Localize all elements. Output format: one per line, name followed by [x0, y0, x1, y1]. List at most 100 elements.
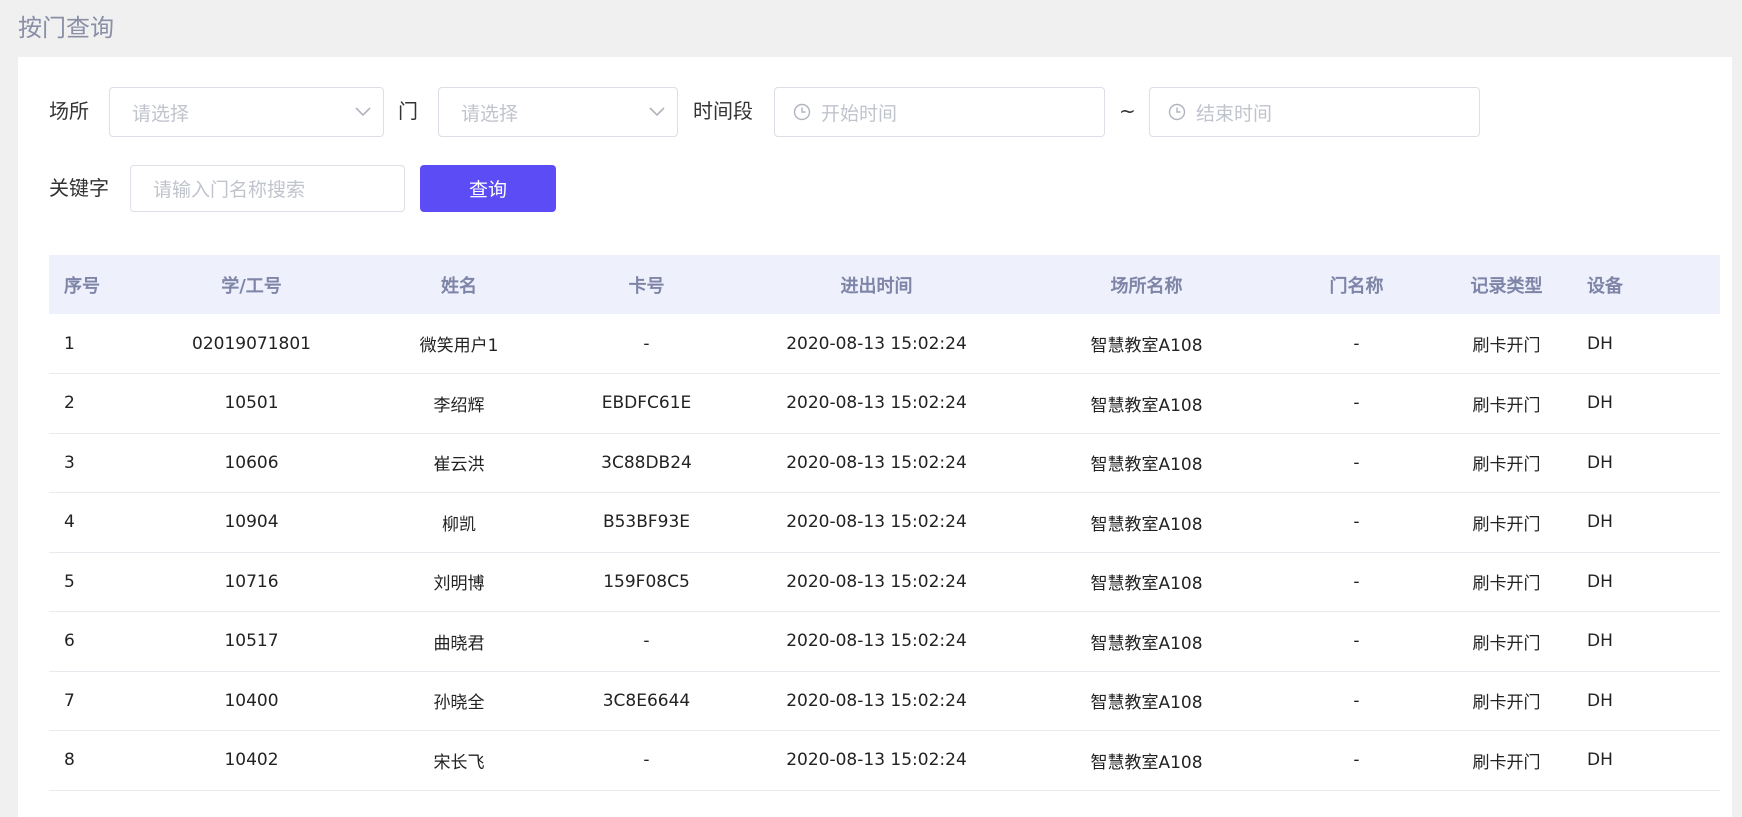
cell-time: 2020-08-13 15:02:24 — [786, 333, 967, 354]
start-time-input[interactable]: 开始时间 — [774, 87, 1105, 137]
keyword-input-placeholder: 请输入门名称搜索 — [153, 179, 306, 201]
column-header-device: 设备 — [1587, 275, 1623, 297]
table-row[interactable]: 5 10716 刘明博 159F08C5 2020-08-13 15:02:24… — [49, 552, 1720, 612]
column-header-door: 门名称 — [1329, 275, 1384, 297]
cell-id: 10400 — [224, 690, 279, 711]
door-select-placeholder: 请选择 — [461, 102, 519, 125]
cell-id: 10517 — [224, 631, 279, 652]
column-header-card: 卡号 — [628, 275, 665, 297]
table-header-row: 序号 学/工号 姓名 卡号 进出时间 场所名称 门名称 记录类型 设备 — [49, 255, 1720, 314]
table-row[interactable]: 7 10400 孙晓全 3C8E6644 2020-08-13 15:02:24… — [49, 671, 1720, 731]
end-time-placeholder: 结束时间 — [1196, 102, 1273, 125]
cell-device: DH — [1587, 452, 1613, 473]
cell-record-type: 刷卡开门 — [1472, 752, 1541, 773]
table-row[interactable]: 4 10904 柳凯 B53BF93E 2020-08-13 15:02:24 … — [49, 493, 1720, 552]
cell-door: - — [1353, 393, 1360, 414]
cell-venue: 智慧教室A108 — [1090, 752, 1203, 773]
cell-card: EBDFC61E — [601, 393, 692, 414]
cell-time: 2020-08-13 15:02:24 — [786, 571, 967, 592]
cell-card: - — [643, 750, 650, 771]
keyword-input[interactable]: 请输入门名称搜索 — [130, 165, 405, 212]
cell-name: 孙晓全 — [433, 693, 485, 714]
door-select[interactable]: 请选择 — [438, 87, 678, 137]
period-label: 时间段 — [693, 99, 753, 123]
cell-name: 曲晓君 — [433, 633, 485, 654]
cell-door: - — [1353, 750, 1360, 771]
cell-record-type: 刷卡开门 — [1472, 574, 1541, 595]
start-time-placeholder: 开始时间 — [821, 102, 898, 125]
cell-record-type: 刷卡开门 — [1472, 395, 1541, 416]
cell-device: DH — [1587, 631, 1613, 652]
cell-time: 2020-08-13 15:02:24 — [786, 452, 967, 473]
cell-index: 6 — [64, 631, 75, 652]
venue-select-placeholder: 请选择 — [132, 102, 190, 125]
table-row[interactable]: 6 10517 曲晓君 - 2020-08-13 15:02:24 智慧教室A1… — [49, 612, 1720, 671]
cell-record-type: 刷卡开门 — [1472, 633, 1541, 654]
cell-time: 2020-08-13 15:02:24 — [786, 750, 967, 771]
cell-name: 刘明博 — [433, 574, 485, 595]
cell-venue: 智慧教室A108 — [1090, 514, 1203, 535]
door-label: 门 — [398, 99, 418, 123]
column-header-id: 学/工号 — [221, 275, 282, 297]
cell-device: DH — [1587, 393, 1613, 414]
cell-time: 2020-08-13 15:02:24 — [786, 512, 967, 533]
cell-index: 3 — [64, 452, 75, 473]
cell-index: 7 — [64, 690, 75, 711]
cell-index: 4 — [64, 512, 75, 533]
cell-record-type: 刷卡开门 — [1472, 455, 1541, 476]
keyword-label: 关键字 — [49, 176, 109, 200]
cell-id: 10606 — [224, 452, 279, 473]
query-panel: 场所 请选择 门 请选择 时间段 开始时间 ~ 结束时间 关键字 请输入门名称搜… — [18, 57, 1732, 817]
cell-door: - — [1353, 571, 1360, 592]
cell-door: - — [1353, 333, 1360, 354]
cell-record-type: 刷卡开门 — [1472, 336, 1541, 356]
table-row[interactable]: 3 10606 崔云洪 3C88DB24 2020-08-13 15:02:24… — [49, 433, 1720, 493]
cell-card: 159F08C5 — [603, 571, 690, 592]
clock-icon — [791, 101, 813, 123]
cell-device: DH — [1587, 333, 1613, 354]
cell-name: 宋长飞 — [433, 752, 485, 773]
time-range-separator: ~ — [1119, 99, 1136, 123]
venue-select[interactable]: 请选择 — [109, 87, 384, 137]
cell-venue: 智慧教室A108 — [1090, 693, 1203, 714]
cell-door: - — [1353, 452, 1360, 473]
cell-name: 柳凯 — [442, 514, 476, 535]
cell-door: - — [1353, 631, 1360, 652]
cell-venue: 智慧教室A108 — [1090, 455, 1203, 476]
table-row[interactable]: 1 02019071801 微笑用户1 - 2020-08-13 15:02:2… — [49, 314, 1720, 374]
cell-id: 10904 — [224, 512, 279, 533]
cell-card: - — [643, 631, 650, 652]
cell-door: - — [1353, 512, 1360, 533]
cell-card: 3C88DB24 — [601, 452, 692, 473]
cell-name: 李绍辉 — [433, 395, 485, 416]
cell-device: DH — [1587, 750, 1613, 771]
cell-name: 崔云洪 — [433, 455, 485, 476]
cell-id: 02019071801 — [192, 333, 311, 354]
column-header-name: 姓名 — [441, 275, 477, 297]
cell-time: 2020-08-13 15:02:24 — [786, 393, 967, 414]
column-header-venue: 场所名称 — [1110, 275, 1183, 297]
chevron-down-icon — [637, 88, 677, 136]
query-button[interactable]: 查询 — [420, 165, 556, 212]
cell-device: DH — [1587, 690, 1613, 711]
clock-icon — [1166, 101, 1188, 123]
cell-venue: 智慧教室A108 — [1090, 336, 1203, 356]
page-title: 按门查询 — [18, 14, 114, 42]
cell-door: - — [1353, 690, 1360, 711]
table-row[interactable]: 2 10501 李绍辉 EBDFC61E 2020-08-13 15:02:24… — [49, 374, 1720, 433]
cell-id: 10716 — [224, 571, 279, 592]
cell-id: 10402 — [224, 750, 279, 771]
cell-card: B53BF93E — [602, 512, 691, 533]
venue-label: 场所 — [49, 99, 89, 123]
column-header-index: 序号 — [64, 275, 100, 297]
cell-card: 3C8E6644 — [602, 690, 691, 711]
cell-card: - — [643, 333, 650, 354]
cell-index: 2 — [64, 393, 75, 414]
column-header-record-type: 记录类型 — [1470, 275, 1543, 297]
cell-venue: 智慧教室A108 — [1090, 574, 1203, 595]
end-time-input[interactable]: 结束时间 — [1149, 87, 1480, 137]
cell-device: DH — [1587, 512, 1613, 533]
cell-time: 2020-08-13 15:02:24 — [786, 690, 967, 711]
cell-index: 1 — [64, 333, 75, 354]
table-row[interactable]: 8 10402 宋长飞 - 2020-08-13 15:02:24 智慧教室A1… — [49, 731, 1720, 790]
